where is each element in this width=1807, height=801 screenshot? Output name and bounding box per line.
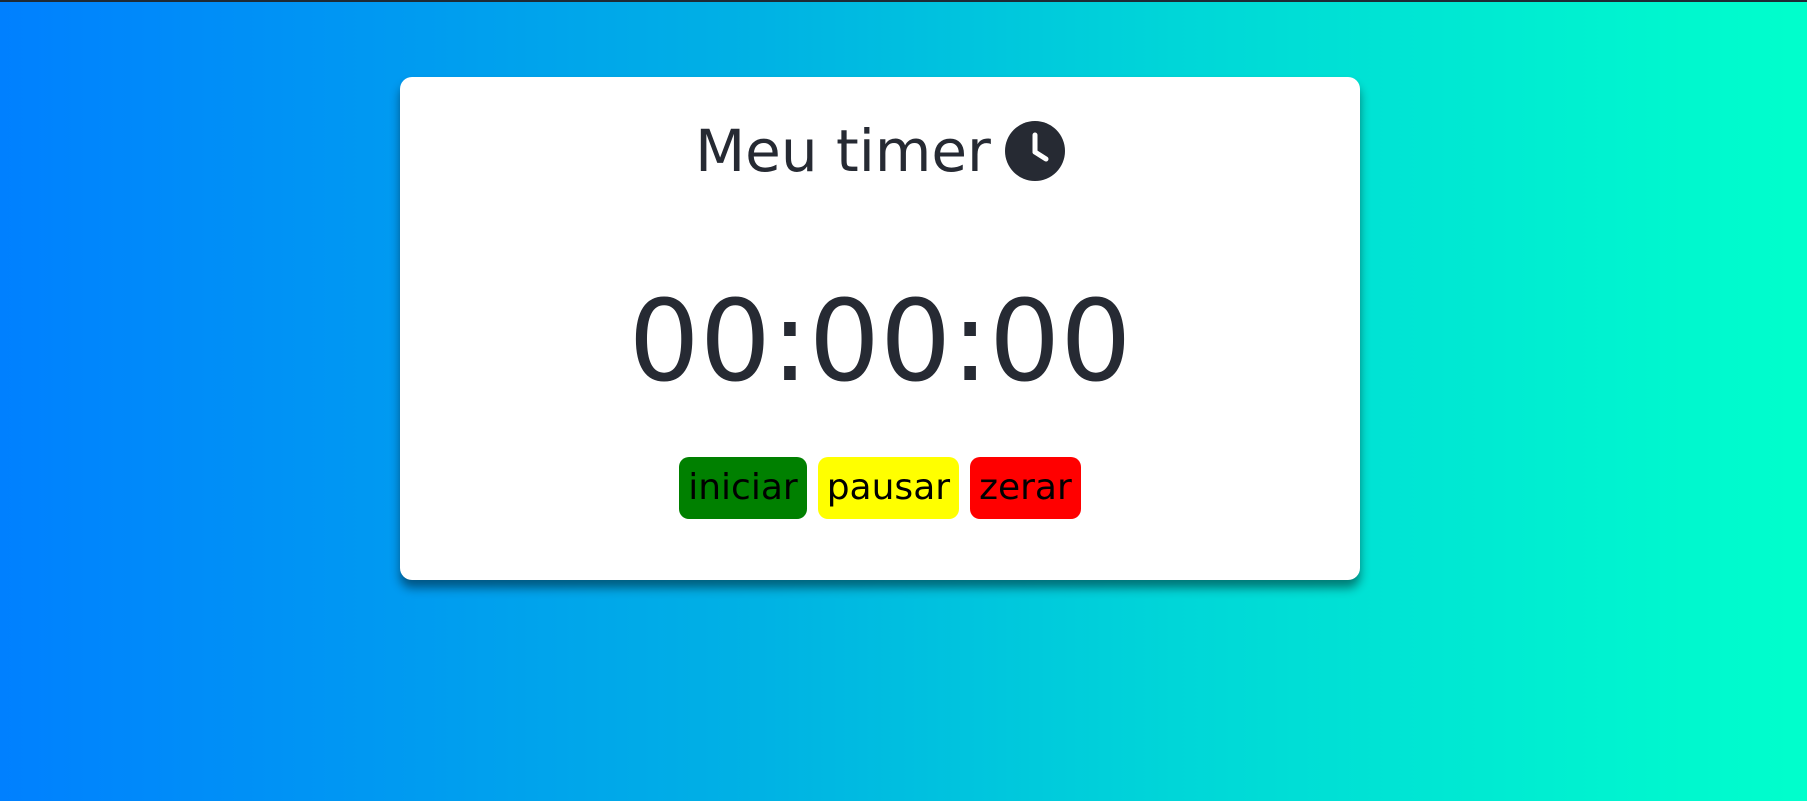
timer-display: 00:00:00: [628, 277, 1132, 407]
clock-icon: [1004, 121, 1065, 181]
pause-button[interactable]: pausar: [817, 457, 960, 519]
timer-card: Meu timer 00:00:00 iniciar pausar zerar: [400, 77, 1360, 580]
timer-controls: iniciar pausar zerar: [400, 457, 1360, 519]
top-border: [0, 0, 1807, 2]
title-row: Meu timer: [400, 109, 1360, 193]
reset-button[interactable]: zerar: [970, 457, 1081, 519]
start-button[interactable]: iniciar: [679, 457, 807, 519]
page-title: Meu timer: [695, 117, 991, 185]
